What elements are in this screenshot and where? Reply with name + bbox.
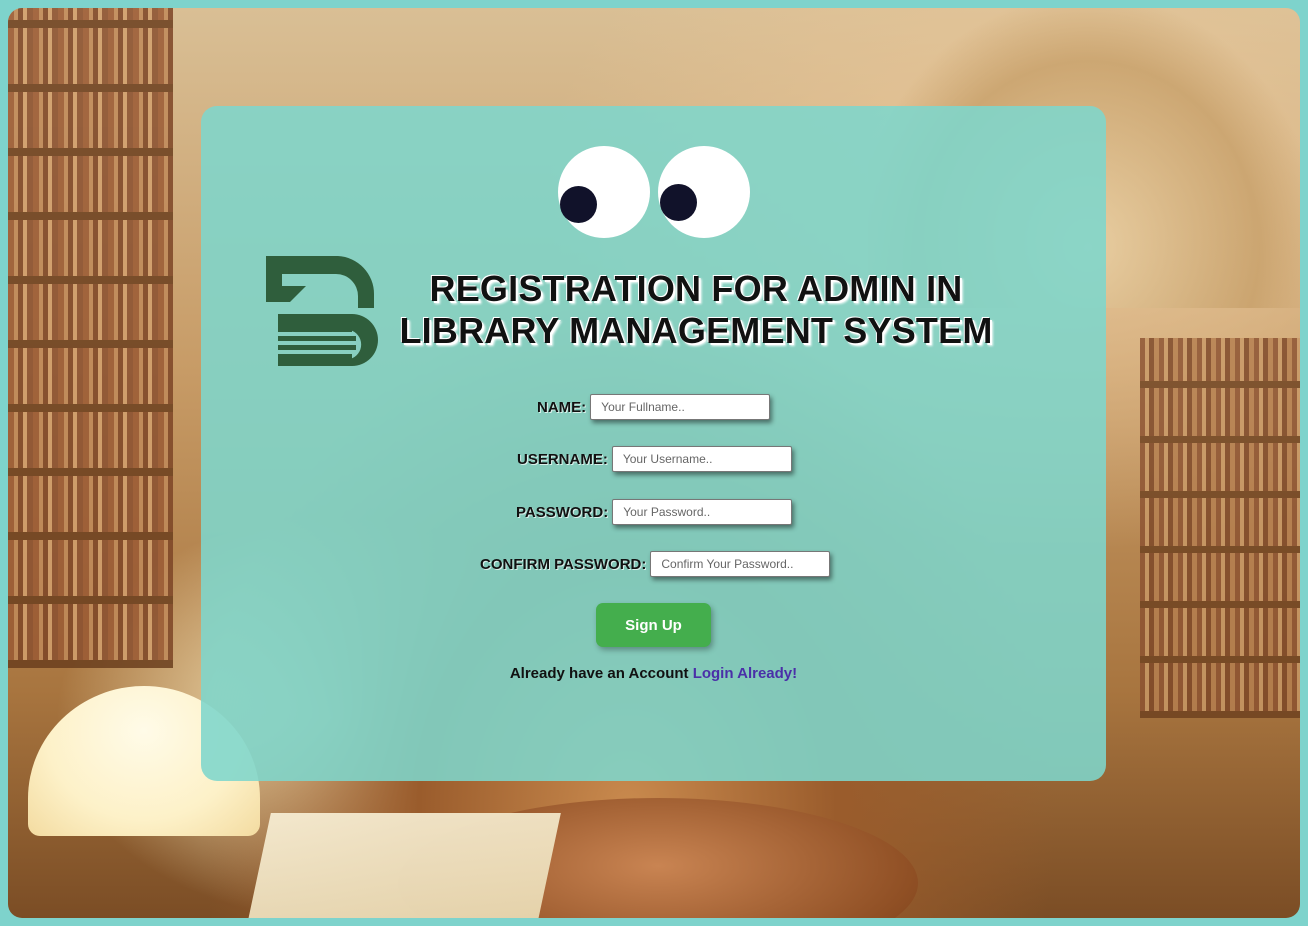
library-logo-icon — [266, 256, 378, 366]
sign-up-button[interactable]: Sign Up — [596, 603, 711, 647]
confirm-password-row: CONFIRM PASSWORD: — [480, 551, 831, 577]
username-row: USERNAME: — [517, 446, 792, 472]
title-line-1: REGISTRATION FOR ADMIN IN — [429, 268, 963, 309]
confirm-password-input[interactable] — [650, 551, 831, 577]
name-input[interactable] — [590, 394, 771, 420]
username-label: USERNAME: — [517, 450, 608, 468]
password-input[interactable] — [612, 499, 793, 525]
name-row: NAME: — [537, 394, 771, 420]
title-line-2: LIBRARY MANAGEMENT SYSTEM — [399, 310, 993, 351]
left-eye-icon — [558, 146, 650, 238]
background-open-book — [245, 813, 561, 918]
googly-eyes — [558, 146, 758, 241]
login-prompt: Already have an Account Login Already! — [201, 665, 1106, 682]
confirm-password-label: CONFIRM PASSWORD: — [480, 555, 647, 573]
right-eye-icon — [658, 146, 750, 238]
username-input[interactable] — [611, 446, 792, 472]
background-bookshelf-right — [1140, 338, 1300, 718]
page-title: REGISTRATION FOR ADMIN IN LIBRARY MANAGE… — [381, 268, 1011, 352]
password-row: PASSWORD: — [516, 499, 793, 525]
password-label: PASSWORD: — [516, 503, 609, 521]
background-bookshelf-left — [8, 8, 173, 668]
login-prompt-text: Already have an Account — [509, 665, 693, 682]
name-label: NAME: — [537, 398, 587, 416]
login-link[interactable]: Login Already! — [693, 665, 797, 682]
registration-card: REGISTRATION FOR ADMIN IN LIBRARY MANAGE… — [201, 106, 1106, 781]
